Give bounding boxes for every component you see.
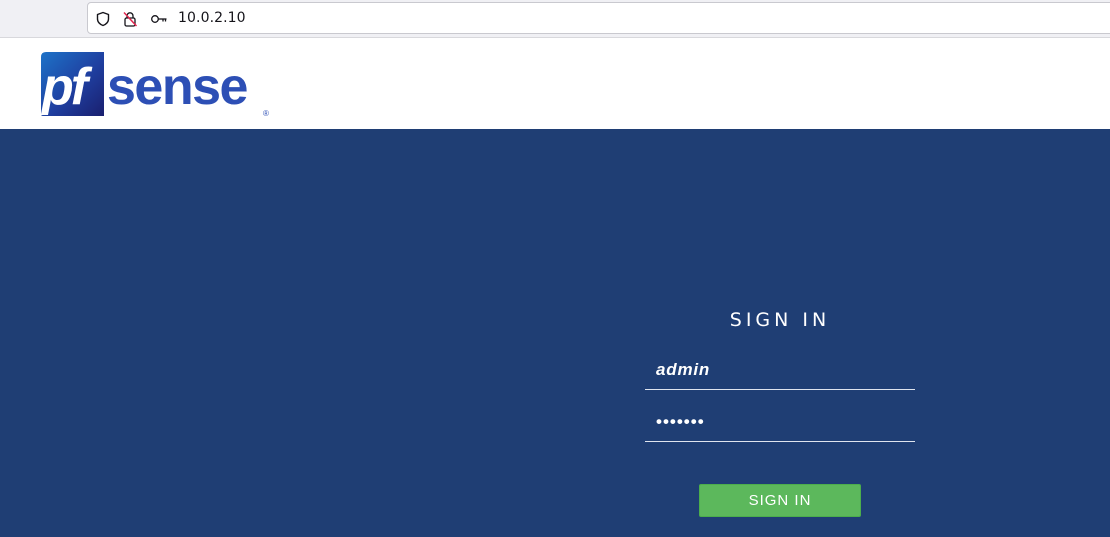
login-page: SIGN IN admin ••••••• SIGN IN <box>0 129 1110 537</box>
insecure-lock-icon[interactable] <box>122 11 138 27</box>
signin-title: SIGN IN <box>729 309 831 331</box>
logo-sense-text: sense <box>107 58 248 116</box>
username-input[interactable]: admin <box>645 352 915 390</box>
shield-icon[interactable] <box>95 11 111 27</box>
password-input[interactable]: ••••••• <box>645 404 915 442</box>
logo-registered-mark: ® <box>263 109 269 118</box>
page-header: pf sense ® <box>0 38 1110 129</box>
signin-button[interactable]: SIGN IN <box>699 484 861 517</box>
key-icon[interactable] <box>150 11 168 27</box>
browser-toolbar: 10.0.2.10 <box>0 0 1110 38</box>
logo-pf-text: pf <box>40 58 93 116</box>
url-text[interactable]: 10.0.2.10 <box>178 10 246 26</box>
pfsense-logo[interactable]: pf sense ® <box>40 50 275 118</box>
address-bar[interactable]: 10.0.2.10 <box>87 2 1110 34</box>
